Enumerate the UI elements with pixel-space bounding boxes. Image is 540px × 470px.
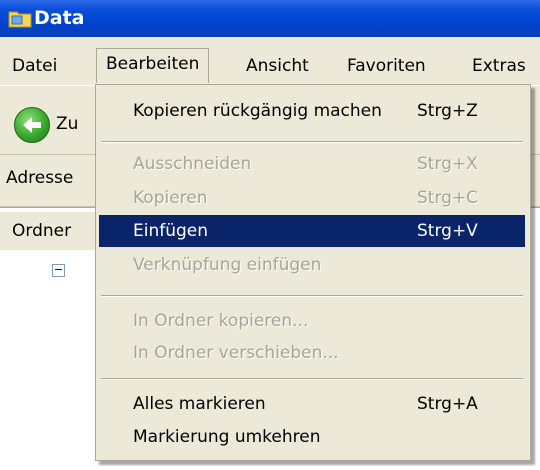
- menu-item-shortcut: Strg+A: [417, 394, 478, 414]
- menu-item-label: Kopieren: [133, 188, 208, 208]
- menu-favoriten[interactable]: Favoriten: [338, 50, 435, 82]
- menu-item-label: Ausschneiden: [133, 154, 252, 174]
- menu-separator: [101, 295, 523, 297]
- menu-item-invert-selection[interactable]: Markierung umkehren: [99, 421, 525, 453]
- menu-item-move-to-folder[interactable]: In Ordner verschieben...: [99, 337, 525, 369]
- menu-item-label: Markierung umkehren: [133, 427, 321, 447]
- menu-item-label: In Ordner kopieren...: [133, 311, 309, 331]
- menu-item-shortcut: Strg+Z: [417, 101, 478, 121]
- back-button[interactable]: [14, 107, 50, 143]
- menu-bar: Datei Bearbeiten Ansicht Favoriten Extra…: [0, 45, 540, 86]
- menu-separator: [101, 378, 523, 380]
- folders-header-label: Ordner: [12, 221, 72, 241]
- menu-item-shortcut: Strg+V: [417, 221, 478, 241]
- menu-extras[interactable]: Extras: [463, 50, 535, 82]
- menu-item-label: Alles markieren: [133, 394, 266, 414]
- menu-item-paste-shortcut[interactable]: Verknüpfung einfügen: [99, 249, 525, 281]
- menu-item-label: Einfügen: [133, 221, 209, 241]
- menu-separator: [101, 141, 523, 143]
- menu-item-label: Kopieren rückgängig machen: [133, 101, 382, 121]
- menu-item-paste[interactable]: Einfügen Strg+V: [99, 215, 525, 247]
- menu-bearbeiten[interactable]: Bearbeiten: [96, 48, 210, 83]
- address-label: Adresse: [6, 168, 74, 188]
- menu-item-undo-copy[interactable]: Kopieren rückgängig machen Strg+Z: [99, 95, 525, 127]
- menu-datei[interactable]: Datei: [3, 50, 66, 82]
- menu-item-label: In Ordner verschieben...: [133, 343, 339, 363]
- menu-item-cut[interactable]: Ausschneiden Strg+X: [99, 148, 525, 180]
- menu-item-shortcut: Strg+C: [417, 188, 479, 208]
- menu-item-label: Verknüpfung einfügen: [133, 255, 322, 275]
- menu-item-shortcut: Strg+X: [417, 154, 478, 174]
- edit-menu-dropdown: Kopieren rückgängig machen Strg+Z Aussch…: [95, 84, 531, 461]
- folder-icon: [8, 11, 32, 28]
- menu-ansicht[interactable]: Ansicht: [237, 50, 318, 82]
- back-button-label[interactable]: Zu: [56, 110, 78, 138]
- folders-header: Ordner: [0, 212, 100, 250]
- menu-item-select-all[interactable]: Alles markieren Strg+A: [99, 388, 525, 420]
- tree-collapse-icon[interactable]: −: [52, 264, 65, 277]
- window-title: Data: [34, 7, 85, 29]
- back-arrow-icon: [23, 117, 41, 133]
- title-bar[interactable]: Data: [0, 0, 540, 37]
- menu-item-copy[interactable]: Kopieren Strg+C: [99, 182, 525, 214]
- menu-item-copy-to-folder[interactable]: In Ordner kopieren...: [99, 305, 525, 337]
